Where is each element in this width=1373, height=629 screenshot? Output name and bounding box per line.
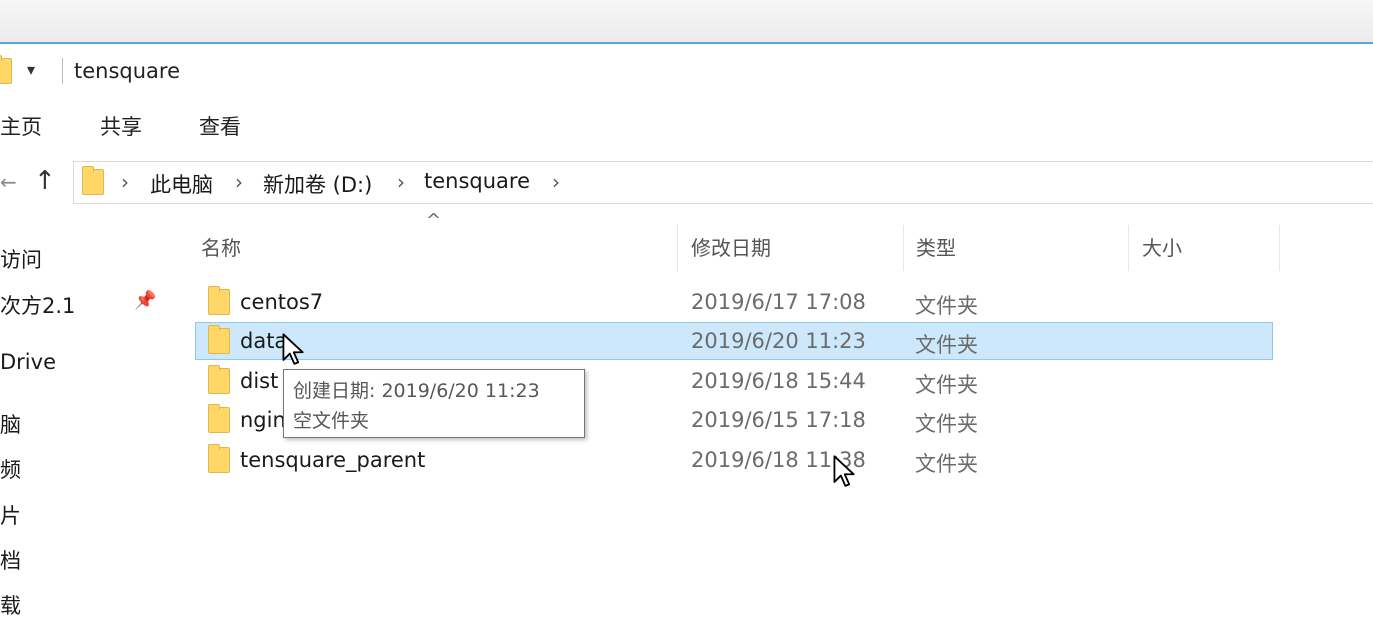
quick-access-dropdown-icon[interactable]: ▾ (27, 60, 35, 79)
file-modified-date: 2019/6/20 11:23 (691, 329, 866, 353)
column-divider[interactable] (903, 225, 904, 271)
nav-item-this-pc[interactable]: 脑 (0, 409, 21, 439)
title-separator (62, 58, 63, 84)
folder-icon[interactable] (0, 55, 12, 84)
nav-item-downloads[interactable]: 载 (0, 590, 21, 620)
tab-share[interactable]: 共享 (100, 111, 142, 141)
window-accent-line (0, 42, 1373, 44)
nav-item-pictures[interactable]: 片 (0, 500, 21, 530)
address-folder-icon (82, 166, 104, 195)
file-row-data[interactable]: data 2019/6/20 11:23 文件夹 (195, 322, 1273, 360)
file-type: 文件夹 (915, 294, 978, 318)
file-row-centos7[interactable]: centos7 2019/6/17 17:08 文件夹 (195, 283, 1273, 321)
file-name: dist (240, 369, 279, 393)
tab-view[interactable]: 查看 (199, 111, 241, 141)
breadcrumb-separator-icon[interactable]: › (235, 170, 243, 194)
sort-ascending-icon: ^ (426, 210, 442, 231)
file-name: tensquare_parent (240, 448, 426, 472)
folder-icon (208, 325, 230, 354)
folder-icon (208, 286, 230, 315)
column-header-size[interactable]: 大小 (1142, 232, 1182, 261)
nav-item-onedrive[interactable]: Drive (0, 350, 56, 374)
nav-item-pinned-folder[interactable]: 次方2.1 (0, 290, 75, 320)
breadcrumb-separator-icon[interactable]: › (121, 170, 129, 194)
file-row-tensquare-parent[interactable]: tensquare_parent 2019/6/18 11:38 文件夹 (195, 441, 1273, 479)
column-divider[interactable] (677, 225, 678, 271)
breadcrumb-separator-icon[interactable]: › (397, 170, 405, 194)
mouse-cursor-icon (282, 333, 304, 365)
file-type: 文件夹 (915, 452, 978, 476)
file-type: 文件夹 (915, 333, 978, 357)
breadcrumb-this-pc[interactable]: 此电脑 (150, 169, 213, 199)
column-divider[interactable] (1128, 225, 1129, 271)
tooltip-created-date: 创建日期: 2019/6/20 11:23 (293, 380, 540, 402)
nav-item-quick-access[interactable]: 访问 (0, 244, 42, 274)
column-divider[interactable] (1279, 225, 1280, 271)
mouse-cursor-icon (833, 455, 855, 487)
column-header-modified[interactable]: 修改日期 (691, 232, 771, 261)
file-modified-date: 2019/6/17 17:08 (691, 290, 866, 314)
file-type: 文件夹 (915, 373, 978, 397)
file-name: centos7 (240, 290, 324, 314)
folder-icon (208, 444, 230, 473)
column-header-type[interactable]: 类型 (916, 232, 956, 261)
up-arrow-icon[interactable]: ↑ (34, 166, 56, 196)
column-header-name[interactable]: 名称 (201, 232, 241, 261)
file-type: 文件夹 (915, 412, 978, 436)
window-title: tensquare (74, 59, 181, 83)
nav-item-documents[interactable]: 档 (0, 545, 21, 575)
breadcrumb-tensquare[interactable]: tensquare (424, 169, 530, 193)
back-arrow-icon[interactable]: ← (0, 170, 17, 194)
tooltip-info: 空文件夹 (293, 410, 370, 432)
tab-home[interactable]: 主页 (0, 111, 42, 141)
file-modified-date: 2019/6/15 17:18 (691, 408, 866, 432)
breadcrumb-separator-icon[interactable]: › (552, 170, 560, 194)
folder-icon (208, 404, 230, 433)
folder-icon (208, 365, 230, 394)
window-top-bar (0, 0, 1373, 42)
file-tooltip: 创建日期: 2019/6/20 11:23 空文件夹 (283, 369, 585, 438)
breadcrumb-drive-d[interactable]: 新加卷 (D:) (263, 169, 372, 199)
pin-icon[interactable]: 📌 (134, 290, 156, 311)
nav-item-videos[interactable]: 频 (0, 454, 21, 484)
file-modified-date: 2019/6/18 15:44 (691, 369, 866, 393)
